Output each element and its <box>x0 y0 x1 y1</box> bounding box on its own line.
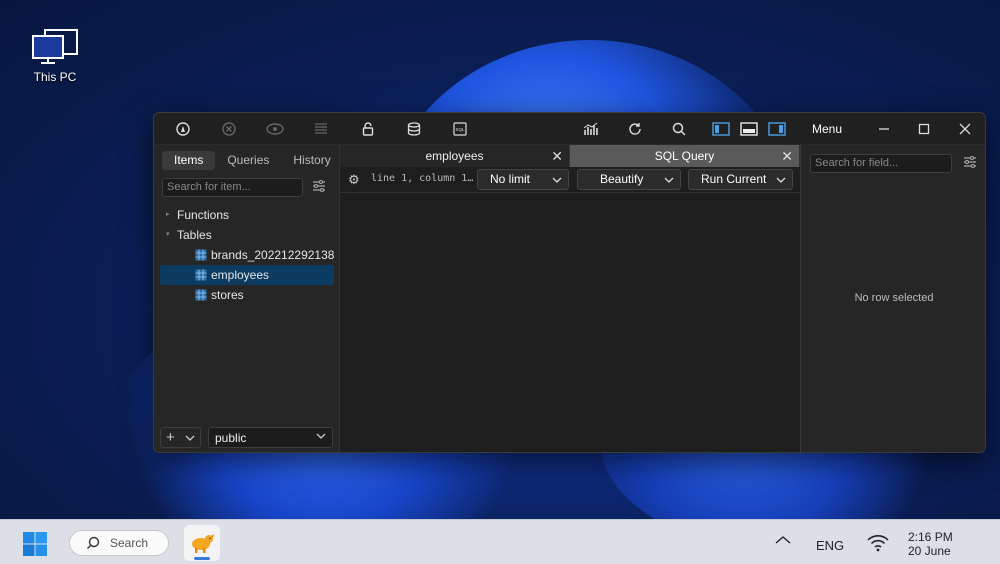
limit-select-value: No limit <box>490 172 531 186</box>
item-tree: ▸ Functions ▾ Tables brands_202212292138… <box>160 205 334 305</box>
clock-time: 2:16 PM <box>908 530 953 544</box>
language-indicator[interactable]: ENG <box>816 538 844 553</box>
limit-select[interactable]: No limit <box>477 169 569 190</box>
refresh-icon[interactable] <box>624 119 646 139</box>
close-tab-icon[interactable]: ✕ <box>551 145 563 167</box>
add-item-button[interactable]: + <box>160 427 201 448</box>
caret-icon: ▾ <box>166 231 170 238</box>
empty-state-message: No row selected <box>854 292 934 304</box>
taskbar-search[interactable]: Search <box>69 530 169 556</box>
filter-icon[interactable] <box>963 156 977 171</box>
maximize-icon[interactable] <box>913 119 935 139</box>
run-label: Run Current <box>701 172 767 186</box>
close-icon[interactable] <box>954 119 976 139</box>
sql-icon[interactable]: SQL <box>449 119 471 139</box>
tree-item-table[interactable]: stores <box>160 285 334 305</box>
tree-group-label: Functions <box>177 208 230 222</box>
structure-icon[interactable] <box>310 119 332 139</box>
windows-start-icon[interactable] <box>22 531 48 557</box>
cursor-position: line 1, column 1… <box>371 173 474 184</box>
tab-sql-query[interactable]: SQL Query ✕ <box>570 145 800 167</box>
editor-area: employees ✕ SQL Query ✕ ⚙ line 1, column… <box>340 145 800 452</box>
tree-group-label: Tables <box>177 228 212 242</box>
svg-text:SQL: SQL <box>455 127 465 132</box>
item-search-input[interactable]: Search for item... <box>162 178 303 197</box>
table-label: stores <box>211 288 244 302</box>
tab-history[interactable]: History <box>281 151 342 170</box>
left-panel-footer: + public <box>160 427 334 449</box>
sql-editor[interactable] <box>340 193 800 452</box>
tab-employees[interactable]: employees ✕ <box>340 145 570 167</box>
chevron-down-icon <box>552 177 562 183</box>
taskbar: Search ENG 2:16 PM 20 June <box>0 519 1000 564</box>
desktop-icon-label: This PC <box>33 70 77 84</box>
active-app-indicator <box>194 557 210 560</box>
preview-icon[interactable] <box>264 119 286 139</box>
tree-group-functions[interactable]: ▸ Functions <box>160 205 334 225</box>
beautify-label: Beautify <box>600 172 644 186</box>
toggle-right-panel-icon[interactable] <box>766 119 788 139</box>
table-icon <box>195 249 207 261</box>
left-panel: Items Queries History Search for item...… <box>154 145 343 452</box>
filter-icon[interactable] <box>312 180 326 195</box>
table-icon <box>195 269 207 281</box>
menu-button[interactable]: Menu <box>812 122 842 136</box>
field-search-input[interactable]: Search for field... <box>810 154 952 173</box>
database-icon[interactable] <box>403 119 425 139</box>
toggle-left-panel-icon[interactable] <box>710 119 732 139</box>
editor-tabs: employees ✕ SQL Query ✕ <box>340 145 800 167</box>
wifi-icon[interactable] <box>866 533 890 553</box>
lock-icon[interactable] <box>357 119 379 139</box>
run-current-button[interactable]: Run Current <box>688 169 793 190</box>
tab-label: employees <box>425 149 484 163</box>
minimize-icon[interactable] <box>873 119 895 139</box>
table-label: brands_202212292138 <box>211 248 335 262</box>
caret-icon: ▸ <box>166 211 170 218</box>
chevron-down-icon <box>776 177 786 183</box>
right-panel: Search for field... No row selected <box>800 145 985 452</box>
monitor-icon <box>32 29 78 64</box>
taskbar-search-label: Search <box>110 536 149 550</box>
query-toolbar: ⚙ line 1, column 1… No limit Beautify Ru… <box>340 167 800 193</box>
tab-items[interactable]: Items <box>162 151 216 170</box>
chevron-down-icon <box>185 435 195 441</box>
chevron-down-icon <box>316 433 326 439</box>
search-icon[interactable] <box>668 119 690 139</box>
schema-select[interactable]: public <box>208 427 333 448</box>
tree-item-table-selected[interactable]: employees <box>160 265 334 285</box>
plus-icon: + <box>166 429 175 446</box>
clock[interactable]: 2:16 PM 20 June <box>908 530 953 558</box>
chevron-up-icon[interactable] <box>774 534 792 546</box>
tab-label: SQL Query <box>654 149 715 163</box>
tree-item-table[interactable]: brands_202212292138 <box>160 245 334 265</box>
desktop-icon-this-pc[interactable]: This PC <box>22 28 88 84</box>
chevron-down-icon <box>664 177 674 183</box>
left-panel-tabs: Items Queries History <box>162 151 343 170</box>
chart-icon[interactable] <box>580 119 602 139</box>
close-tab-icon[interactable]: ✕ <box>781 145 793 167</box>
schema-select-value: public <box>215 431 247 445</box>
taskbar-app-button[interactable] <box>184 525 220 561</box>
toolbar: SQL Menu <box>154 113 985 145</box>
tab-queries[interactable]: Queries <box>215 151 281 170</box>
table-icon <box>195 289 207 301</box>
tree-group-tables[interactable]: ▾ Tables <box>160 225 334 245</box>
table-label: employees <box>211 268 270 282</box>
connection-icon[interactable] <box>172 119 194 139</box>
clock-date: 20 June <box>908 544 951 558</box>
beautify-button[interactable]: Beautify <box>577 169 681 190</box>
app-window: SQL Menu Items Queries History Search fo… <box>153 112 986 453</box>
app-logo-icon <box>192 534 214 553</box>
gear-icon[interactable]: ⚙ <box>348 172 360 188</box>
toggle-bottom-panel-icon[interactable] <box>738 119 760 139</box>
search-icon <box>87 536 100 549</box>
close-connection-icon[interactable] <box>218 119 240 139</box>
